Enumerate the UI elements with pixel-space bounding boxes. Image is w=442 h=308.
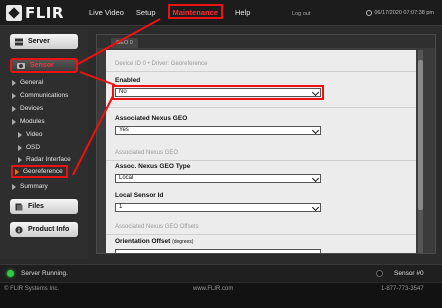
website-link[interactable]: www.FLIR.com [193, 286, 233, 292]
server-status-led-icon [7, 270, 14, 277]
logo-text: FLIR [25, 4, 64, 22]
sidebar-item-communications[interactable]: Communications [12, 92, 68, 99]
sidebar-item-label: General [20, 79, 44, 86]
clock-icon [366, 10, 373, 16]
form-scrollbar[interactable] [418, 50, 423, 253]
sidebar-files-button[interactable]: Files [10, 199, 78, 214]
sensor-status-text: Sensor #0 [394, 270, 424, 277]
chevron-down-icon [312, 204, 320, 211]
sensor-icon [17, 62, 25, 69]
assoc-geo-select[interactable]: Yes [115, 126, 321, 135]
sidebar: Server Sensor General Communications Dev… [0, 27, 88, 259]
nav-setup[interactable]: Setup [136, 8, 156, 19]
chevron-right-icon [18, 144, 22, 151]
copyright-text: © FLIR Systems Inc. [4, 286, 60, 292]
divider [106, 234, 416, 235]
server-icon [15, 38, 23, 45]
chevron-right-icon [12, 92, 16, 99]
server-label: Server [28, 38, 50, 45]
tab-strip: GEO 0 [97, 35, 435, 48]
sidebar-item-modules[interactable]: Modules [12, 118, 45, 125]
chevron-down-icon [312, 89, 320, 96]
orientation-offset-input[interactable] [115, 249, 321, 253]
device-section-title: Device ID 0 • Driver: Georeference [115, 61, 208, 67]
sidebar-item-label: OSD [26, 144, 41, 151]
georeference-form: Device ID 0 • Driver: Georeference Enabl… [106, 50, 416, 253]
chevron-right-icon [15, 168, 19, 175]
sensor-label: Sensor [30, 62, 54, 69]
enabled-select-value: No [119, 89, 127, 95]
scrollbar-thumb[interactable] [418, 60, 423, 210]
enabled-select[interactable]: No [112, 85, 324, 100]
sidebar-item-video[interactable]: Video [18, 131, 43, 138]
sidebar-server-button[interactable]: Server [10, 34, 78, 49]
sidebar-item-label: Radar Interface [26, 156, 71, 163]
divider [106, 107, 416, 108]
local-sensor-id-select[interactable]: 1 [115, 203, 321, 212]
local-sensor-id-label: Local Sensor Id [115, 192, 164, 199]
flir-logo: FLIR [6, 4, 64, 22]
flir-logo-icon [6, 5, 22, 21]
product-info-label: Product Info [28, 226, 70, 233]
files-icon [15, 203, 23, 210]
divider [106, 160, 416, 161]
chevron-right-icon [12, 118, 16, 125]
sidebar-item-label: Modules [20, 118, 45, 125]
assoc-type-select[interactable]: Local [115, 174, 321, 183]
files-label: Files [28, 203, 44, 210]
sidebar-item-general[interactable]: General [12, 79, 43, 86]
chevron-down-icon [312, 127, 320, 134]
enabled-label: Enabled [115, 77, 141, 84]
sidebar-sensor-button[interactable]: Sensor [10, 58, 78, 73]
server-status-text: Server Running. [21, 270, 68, 277]
nav-live-video[interactable]: Live Video [89, 8, 124, 19]
divider [106, 71, 416, 72]
footer: © FLIR Systems Inc. www.FLIR.com 1-877-7… [0, 283, 442, 308]
sidebar-item-label: Devices [20, 105, 44, 112]
main-nav: Live Video Setup Maintenance Help [89, 4, 262, 19]
assoc-geo-label: Associated Nexus GEO [115, 115, 188, 122]
datetime: 06/17/2020 07:07:38 pm [366, 10, 434, 16]
datetime-text: 06/17/2020 07:07:38 pm [374, 10, 434, 16]
status-bar: Server Running. Sensor #0 [0, 264, 442, 282]
sidebar-item-georeference[interactable]: Georeference [11, 165, 68, 178]
sensor-status-led-icon [376, 270, 383, 277]
offsets-section-title: Associated Nexus GEO Offsets [115, 224, 199, 230]
sidebar-product-info-button[interactable]: Product Info [10, 222, 78, 237]
chevron-right-icon [12, 183, 16, 190]
nav-help[interactable]: Help [235, 8, 250, 19]
sidebar-item-radar-interface[interactable]: Radar Interface [18, 156, 71, 163]
georeference-panel: GEO 0 Device ID 0 • Driver: Georeference… [96, 34, 436, 254]
top-bar: FLIR Live Video Setup Maintenance Help L… [0, 0, 442, 26]
assoc-type-label: Assoc. Nexus GEO Type [115, 163, 191, 170]
chevron-right-icon [18, 156, 22, 163]
tab-geo0[interactable]: GEO 0 [111, 38, 138, 48]
sidebar-item-label: Communications [20, 92, 69, 99]
sidebar-item-osd[interactable]: OSD [18, 144, 40, 151]
sidebar-item-label: Video [26, 131, 43, 138]
phone-text: 1-877-773-3547 [381, 286, 424, 292]
sidebar-item-label: Georeference [23, 168, 63, 175]
sidebar-item-summary[interactable]: Summary [12, 183, 48, 190]
orientation-offset-label: Orientation Offset (degrees) [115, 238, 193, 245]
assoc-geo-select-value: Yes [119, 127, 129, 133]
logout-link[interactable]: Log out [292, 11, 310, 17]
info-icon [15, 225, 23, 234]
chevron-right-icon [18, 131, 22, 138]
sidebar-item-label: Summary [20, 183, 48, 190]
local-sensor-id-select-value: 1 [119, 204, 123, 210]
orientation-offset-unit: (degrees) [172, 239, 194, 245]
chevron-right-icon [12, 105, 16, 112]
chevron-down-icon [312, 175, 320, 182]
sidebar-item-devices[interactable]: Devices [12, 105, 43, 112]
chevron-right-icon [12, 79, 16, 86]
nav-maintenance[interactable]: Maintenance [167, 4, 223, 19]
assoc-geo-section-title: Associated Nexus GEO [115, 150, 179, 156]
orientation-offset-text: Orientation Offset [115, 238, 171, 245]
assoc-type-select-value: Local [119, 175, 134, 181]
